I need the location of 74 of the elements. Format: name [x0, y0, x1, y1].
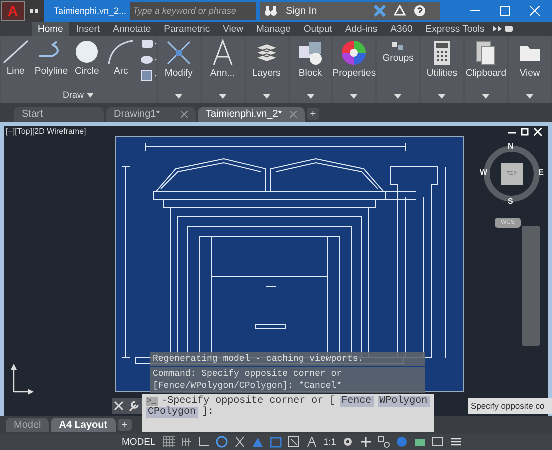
caret-icon[interactable]	[394, 94, 402, 99]
ribbon-tab[interactable]: Annotate	[107, 22, 158, 36]
ortho-icon[interactable]	[198, 436, 210, 448]
ribbon-tool[interactable]: Layers	[250, 36, 284, 79]
prompt-text: -Specify opposite corner or [	[162, 396, 336, 407]
line-icon	[0, 38, 31, 66]
ribbon-tool[interactable]: Polyline	[32, 38, 70, 77]
caret-icon[interactable]	[87, 92, 94, 98]
annotation-scale-icon[interactable]	[306, 436, 318, 448]
document-tab[interactable]: Taimienphi.vn_2*	[198, 107, 306, 122]
layout-tab[interactable]: Model	[6, 418, 50, 432]
command-option[interactable]: WPolygon	[378, 396, 430, 407]
binoculars-icon[interactable]	[264, 5, 278, 17]
sign-in-button[interactable]: Sign In	[286, 6, 366, 16]
ribbon-tool[interactable]: Properties	[330, 36, 378, 79]
scale-label[interactable]: 1:1	[324, 437, 336, 447]
caret-icon[interactable]	[526, 94, 534, 99]
new-layout-button[interactable]: +	[118, 419, 132, 431]
document-tab[interactable]: Drawing1*	[106, 107, 196, 122]
model-space-button[interactable]: MODEL	[122, 436, 156, 448]
restore-icon[interactable]	[521, 128, 529, 136]
command-option[interactable]: CPolygon	[146, 407, 198, 418]
caret-icon[interactable]	[262, 94, 271, 99]
ribbon-tool[interactable]: Ann...	[206, 36, 240, 79]
menu-icon[interactable]	[450, 436, 462, 448]
wrench-icon[interactable]	[128, 400, 140, 412]
caret-icon[interactable]	[482, 94, 490, 99]
ribbon-tab[interactable]: Parametric	[158, 22, 216, 36]
group-icon	[392, 42, 404, 51]
ribbon-tool[interactable]: Line	[0, 38, 33, 77]
ribbon-tab[interactable]: Home	[32, 22, 70, 36]
ucs-icon	[8, 362, 34, 396]
quick-access-icon[interactable]	[29, 7, 39, 15]
region-icon[interactable]	[140, 70, 158, 82]
caret-icon[interactable]	[350, 94, 358, 99]
prompt-marker: >_	[146, 397, 158, 406]
search-field[interactable]: Type a keyword or phrase	[130, 2, 256, 20]
plus-icon[interactable]	[360, 436, 372, 448]
ribbon-tool[interactable]: Clipboard	[464, 36, 508, 79]
new-tab-button[interactable]: +	[307, 108, 320, 120]
document-tab[interactable]: Start	[14, 107, 104, 122]
hatch-icon[interactable]	[140, 54, 158, 66]
caret-icon[interactable]	[174, 94, 183, 99]
ribbon-tab[interactable]: Add-ins	[339, 22, 384, 36]
ribbon-tab[interactable]: Manage	[250, 22, 297, 36]
viewport-label[interactable]: [−][Top][2D Wireframe]	[6, 127, 86, 136]
ribbon-tab[interactable]: A360	[384, 22, 419, 36]
compass-label: E	[538, 168, 544, 177]
ribbon-tool[interactable]: Arc	[104, 38, 138, 77]
ribbon-tool[interactable]: Utilities	[424, 36, 460, 79]
fullscreen-icon[interactable]	[432, 436, 444, 448]
caret-icon[interactable]	[306, 94, 314, 99]
layout-tab[interactable]: A4 Layout	[51, 418, 116, 432]
rectangle-icon[interactable]	[140, 38, 158, 50]
caret-icon[interactable]	[438, 94, 446, 99]
document-title: Taimienphi.vn_2...	[53, 6, 128, 16]
ribbon-tool[interactable]: Block	[294, 36, 328, 79]
tooltip: Specify opposite co	[468, 398, 552, 414]
ribbon-tab[interactable]: Express Tools	[420, 22, 491, 36]
ribbon-tool[interactable]: Modify	[162, 36, 196, 79]
caret-icon[interactable]	[218, 94, 227, 99]
maximize-icon[interactable]	[500, 6, 510, 16]
ribbon-tab[interactable]: Output	[298, 22, 338, 36]
help-icon[interactable]	[414, 5, 426, 17]
grid-icon[interactable]	[162, 436, 176, 448]
command-option[interactable]: Fence	[340, 396, 374, 407]
panel-title[interactable]: Draw	[62, 90, 84, 100]
ribbon-tool[interactable]: Circle	[70, 38, 104, 77]
more-tabs-icon[interactable]	[492, 24, 514, 34]
ribbon-tool[interactable]: View	[513, 36, 548, 79]
prompt-text: ]:	[202, 407, 214, 418]
ribbon-tab[interactable]: View	[217, 22, 250, 36]
ribbon-tool[interactable]: Groups	[380, 36, 416, 64]
ribbon-tab[interactable]: Insert	[70, 22, 106, 36]
